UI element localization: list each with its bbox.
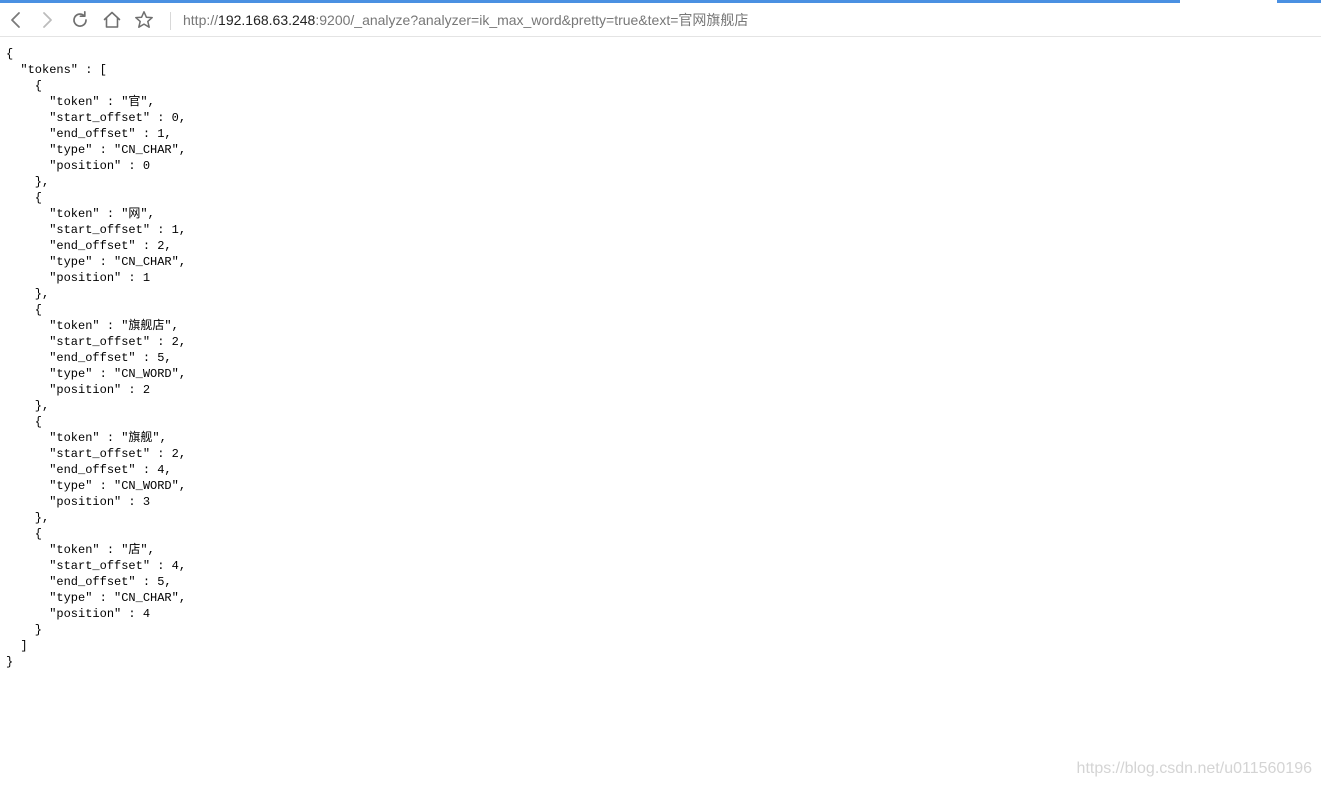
home-button[interactable] bbox=[101, 9, 123, 31]
json-line: "tokens" : [ bbox=[6, 63, 107, 77]
json-line: { bbox=[6, 415, 43, 429]
json-line: { bbox=[6, 303, 43, 317]
url-path: :9200/_analyze?analyzer=ik_max_word&pret… bbox=[315, 12, 749, 28]
json-line: { bbox=[6, 47, 14, 61]
chevron-left-icon bbox=[11, 12, 20, 28]
json-line: "position" : 3 bbox=[6, 495, 151, 509]
json-line: } bbox=[6, 623, 43, 637]
json-line: "token" : "网", bbox=[6, 207, 155, 221]
json-line: "start_offset" : 2, bbox=[6, 335, 187, 349]
json-line: "start_offset" : 0, bbox=[6, 111, 187, 125]
json-line: "type" : "CN_CHAR", bbox=[6, 255, 187, 269]
watermark: https://blog.csdn.net/u011560196 bbox=[1076, 760, 1312, 777]
json-line: "position" : 2 bbox=[6, 383, 151, 397]
star-icon bbox=[135, 11, 153, 28]
json-line: } bbox=[6, 655, 14, 669]
json-line: }, bbox=[6, 399, 50, 413]
json-line: ] bbox=[6, 639, 28, 653]
json-line: "position" : 0 bbox=[6, 159, 151, 173]
address-bar[interactable]: http://192.168.63.248:9200/_analyze?anal… bbox=[183, 10, 748, 30]
json-line: { bbox=[6, 79, 43, 93]
toolbar-separator bbox=[170, 12, 171, 30]
json-line: "position" : 4 bbox=[6, 607, 151, 621]
reload-button[interactable] bbox=[69, 9, 91, 31]
back-button[interactable] bbox=[5, 9, 27, 31]
json-line: "end_offset" : 2, bbox=[6, 239, 172, 253]
json-line: "end_offset" : 1, bbox=[6, 127, 172, 141]
json-line: "type" : "CN_CHAR", bbox=[6, 591, 187, 605]
json-line: "type" : "CN_WORD", bbox=[6, 367, 187, 381]
forward-button[interactable] bbox=[36, 9, 58, 31]
json-line: { bbox=[6, 527, 43, 541]
json-line: "start_offset" : 4, bbox=[6, 559, 187, 573]
json-line: "position" : 1 bbox=[6, 271, 151, 285]
chevron-right-icon bbox=[43, 12, 52, 28]
json-line: "start_offset" : 2, bbox=[6, 447, 187, 461]
json-line: "end_offset" : 4, bbox=[6, 463, 172, 477]
bookmark-button[interactable] bbox=[133, 9, 155, 31]
json-line: }, bbox=[6, 287, 50, 301]
json-response-body: { "tokens" : [ { "token" : "官", "start_o… bbox=[6, 46, 186, 670]
json-line: "start_offset" : 1, bbox=[6, 223, 187, 237]
json-line: "token" : "官", bbox=[6, 95, 155, 109]
reload-icon bbox=[73, 10, 87, 27]
json-line: }, bbox=[6, 511, 50, 525]
json-line: }, bbox=[6, 175, 50, 189]
json-line: "token" : "店", bbox=[6, 543, 155, 557]
url-scheme: http:// bbox=[183, 12, 219, 28]
json-line: "type" : "CN_CHAR", bbox=[6, 143, 187, 157]
url-host: 192.168.63.248 bbox=[218, 12, 316, 28]
json-line: "token" : "旗舰", bbox=[6, 431, 167, 445]
browser-toolbar: http://192.168.63.248:9200/_analyze?anal… bbox=[0, 3, 1321, 37]
json-line: "type" : "CN_WORD", bbox=[6, 479, 187, 493]
json-line: "token" : "旗舰店", bbox=[6, 319, 179, 333]
home-icon bbox=[103, 11, 121, 28]
json-line: "end_offset" : 5, bbox=[6, 351, 172, 365]
json-line: "end_offset" : 5, bbox=[6, 575, 172, 589]
json-line: { bbox=[6, 191, 43, 205]
